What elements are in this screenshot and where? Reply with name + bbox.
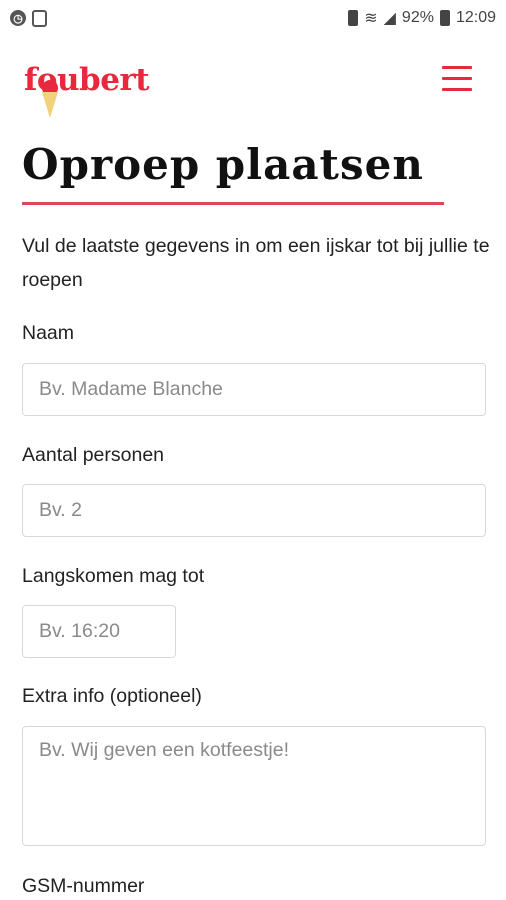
persons-input[interactable] xyxy=(22,484,486,537)
name-input[interactable] xyxy=(22,363,486,416)
hamburger-icon-line xyxy=(442,77,472,80)
clock: 12:09 xyxy=(455,9,496,26)
time-input[interactable] xyxy=(22,605,176,658)
menu-button[interactable] xyxy=(442,66,472,92)
phone-label: GSM-nummer xyxy=(22,875,145,897)
signal-icon: ◢ xyxy=(383,10,396,27)
status-bar: ◷ ≋ ◢ 92% 12:09 xyxy=(0,0,506,36)
title-underline xyxy=(22,202,444,205)
screenshot-icon xyxy=(32,9,47,27)
hamburger-icon-line xyxy=(442,88,472,91)
battery-saver-icon xyxy=(348,10,359,26)
page-title: Oproep plaatsen xyxy=(22,140,424,189)
notification-icon: ◷ xyxy=(10,10,26,26)
extra-info-label: Extra info (optioneel) xyxy=(22,685,202,707)
time-label: Langskomen mag tot xyxy=(22,565,205,587)
extra-info-textarea[interactable] xyxy=(22,726,486,846)
status-left: ◷ xyxy=(10,9,47,27)
foubert-logo[interactable]: foubert xyxy=(24,62,150,98)
status-right: ≋ ◢ 92% 12:09 xyxy=(348,8,496,28)
persons-label: Aantal personen xyxy=(22,444,165,466)
wifi-icon: ≋ xyxy=(364,10,378,27)
battery-icon xyxy=(439,10,450,26)
site-header: foubert xyxy=(0,54,506,124)
battery-percentage: 92% xyxy=(401,9,434,26)
hamburger-icon xyxy=(442,66,472,69)
intro-text: Vul de laatste gegevens in om een ijskar… xyxy=(22,235,490,291)
name-label: Naam xyxy=(22,322,75,344)
